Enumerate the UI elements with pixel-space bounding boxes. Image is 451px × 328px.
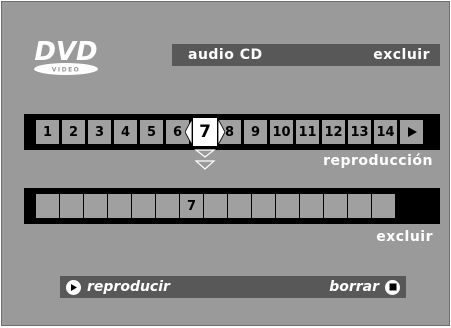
track-cell-4[interactable]: 4: [114, 120, 137, 144]
dvd-program-screen: DVD VIDEO audio CD excluir 1 2 3 4 5 6 8…: [1, 1, 450, 326]
excluded-cell[interactable]: [300, 194, 323, 218]
excluded-list-label: excluir: [376, 229, 433, 245]
track-cell-12[interactable]: 12: [322, 120, 345, 144]
track-cell-11[interactable]: 11: [296, 120, 319, 144]
track-cell-5[interactable]: 5: [140, 120, 163, 144]
next-page-button[interactable]: [400, 120, 423, 144]
excluded-cell[interactable]: [204, 194, 227, 218]
excluded-cell[interactable]: [36, 194, 59, 218]
logo-sub-text: VIDEO: [52, 67, 81, 74]
exclude-action-label[interactable]: excluir: [373, 47, 430, 63]
track-cell-3[interactable]: 3: [88, 120, 111, 144]
logo-main-text: DVD: [34, 37, 97, 67]
bottom-action-bar: reproducir borrar: [60, 276, 406, 298]
excluded-cell[interactable]: [252, 194, 275, 218]
track-cell-9[interactable]: 9: [244, 120, 267, 144]
excluded-cell[interactable]: 7: [180, 194, 203, 218]
excluded-cell[interactable]: [228, 194, 251, 218]
delete-button-label: borrar: [329, 279, 379, 295]
excluded-cell[interactable]: [324, 194, 347, 218]
excluded-cell[interactable]: [348, 194, 371, 218]
play-button-label: reproducir: [87, 279, 170, 295]
track-cell-1[interactable]: 1: [36, 120, 59, 144]
dvd-video-logo-icon: DVD VIDEO: [34, 37, 98, 75]
track-cell-13[interactable]: 13: [348, 120, 371, 144]
selected-track[interactable]: 7: [192, 117, 218, 147]
track-cell-14[interactable]: 14: [374, 120, 397, 144]
play-circle-icon: [66, 279, 81, 295]
excluded-cell[interactable]: [372, 194, 395, 218]
track-strip: 1 2 3 4 5 6 8 9 10 11 12 13 14: [24, 114, 440, 150]
play-arrow-icon: [407, 127, 417, 137]
excluded-cell[interactable]: [276, 194, 299, 218]
excluded-cell[interactable]: [60, 194, 83, 218]
excluded-cell[interactable]: [132, 194, 155, 218]
excluded-cell[interactable]: [108, 194, 131, 218]
header-bar: audio CD excluir: [172, 44, 440, 66]
mode-label: audio CD: [188, 47, 263, 63]
excluded-strip: 7: [24, 188, 440, 224]
playback-list-label: reproducción: [323, 153, 433, 169]
excluded-cell[interactable]: [156, 194, 179, 218]
delete-button[interactable]: borrar: [329, 279, 400, 295]
excluded-cell[interactable]: [84, 194, 107, 218]
track-cell-2[interactable]: 2: [62, 120, 85, 144]
track-cell-10[interactable]: 10: [270, 120, 293, 144]
play-button[interactable]: reproducir: [66, 279, 170, 295]
stop-circle-icon: [385, 279, 400, 295]
